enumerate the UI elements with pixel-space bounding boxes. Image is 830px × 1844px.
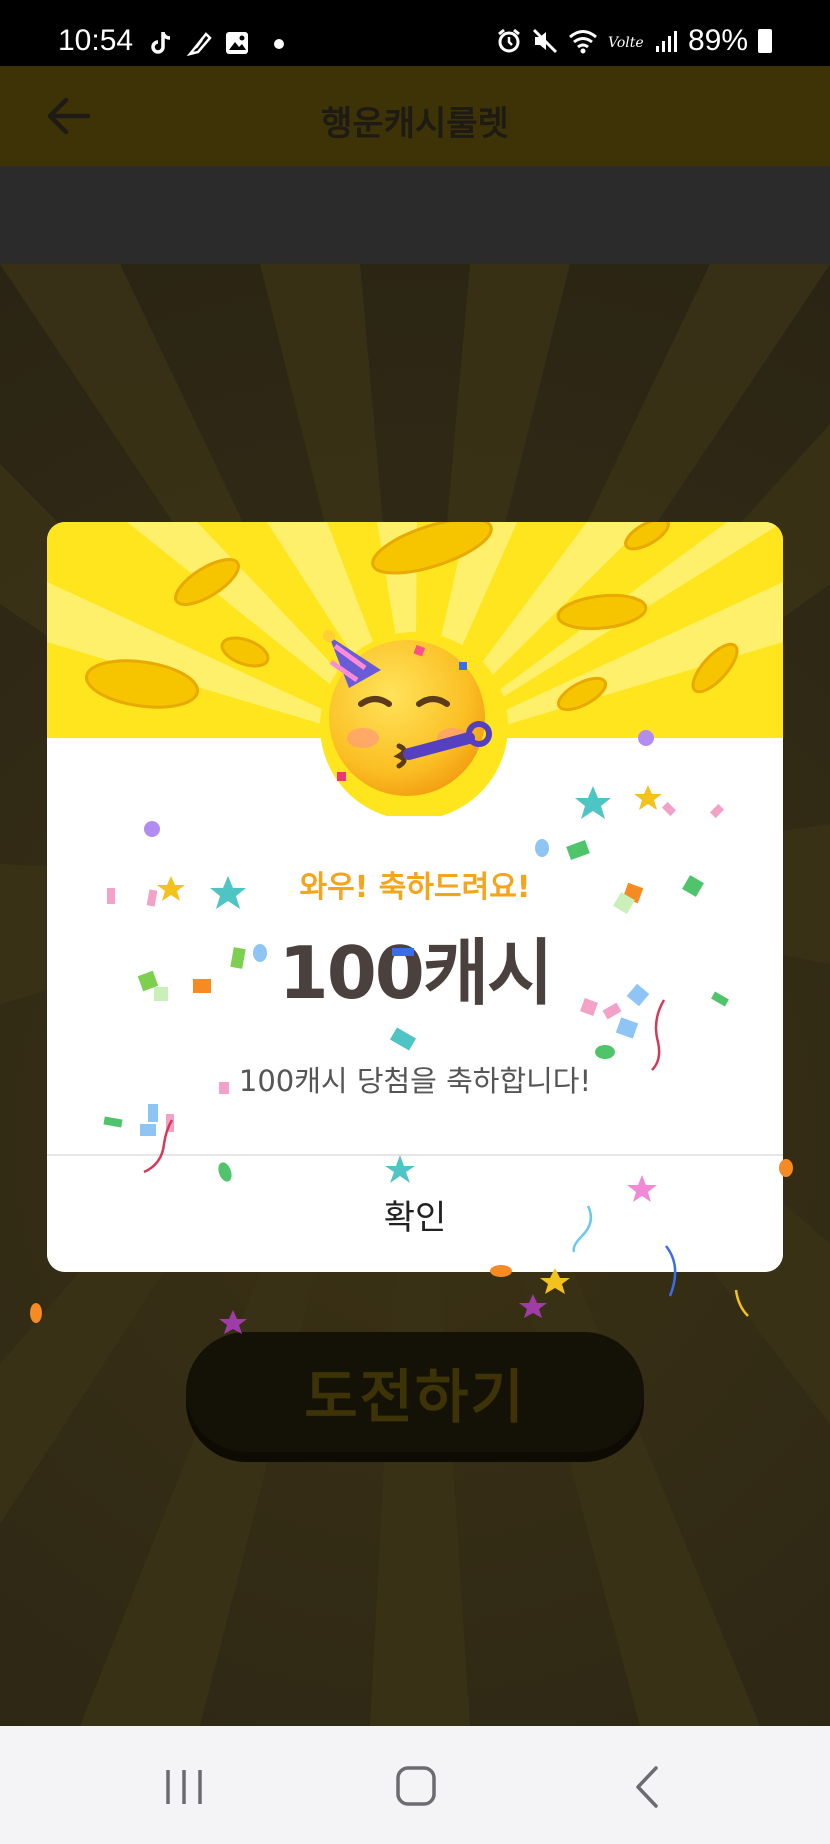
mute-icon bbox=[532, 28, 558, 54]
battery-icon bbox=[758, 29, 772, 53]
partying-face-emoji bbox=[320, 630, 508, 816]
challenge-button: 도전하기 bbox=[186, 1332, 644, 1452]
app-bar: 행운캐시룰렛 bbox=[0, 66, 830, 166]
alarm-icon bbox=[498, 28, 520, 53]
recent-apps-icon[interactable] bbox=[154, 1762, 214, 1812]
svg-text:Volte: Volte bbox=[608, 35, 644, 51]
page-title: 행운캐시룰렛 bbox=[321, 104, 509, 144]
challenge-button-label: 도전하기 bbox=[304, 1363, 526, 1431]
gallery-icon bbox=[226, 32, 248, 54]
wifi-icon bbox=[568, 30, 597, 54]
signal-icon bbox=[655, 31, 677, 52]
home-icon[interactable] bbox=[386, 1762, 446, 1812]
status-bar: 10:54 Volte 89% bbox=[0, 0, 830, 66]
battery-percent: 89% bbox=[687, 24, 748, 57]
notification-icons bbox=[148, 30, 284, 56]
reward-dialog: 와우! 축하드려요! 100캐시 100캐시 당첨을 축하합니다! 확인 bbox=[47, 522, 783, 1272]
dialog-message: 100캐시 당첨을 축하합니다! bbox=[238, 1064, 592, 1098]
dialog-subtitle: 와우! 축하드려요! bbox=[299, 870, 531, 905]
reward-amount: 100캐시 bbox=[278, 931, 554, 1015]
status-time: 10:54 bbox=[58, 24, 134, 57]
back-icon[interactable] bbox=[618, 1762, 678, 1812]
confirm-button[interactable]: 확인 bbox=[47, 1156, 783, 1272]
notification-dot bbox=[274, 39, 284, 49]
system-status-icons: Volte 89% bbox=[496, 24, 772, 58]
feather-icon bbox=[186, 32, 212, 56]
system-nav-bar bbox=[0, 1726, 830, 1844]
volte-icon: Volte bbox=[608, 35, 644, 51]
top-banner-area bbox=[0, 166, 830, 264]
tiktok-icon bbox=[151, 32, 171, 54]
